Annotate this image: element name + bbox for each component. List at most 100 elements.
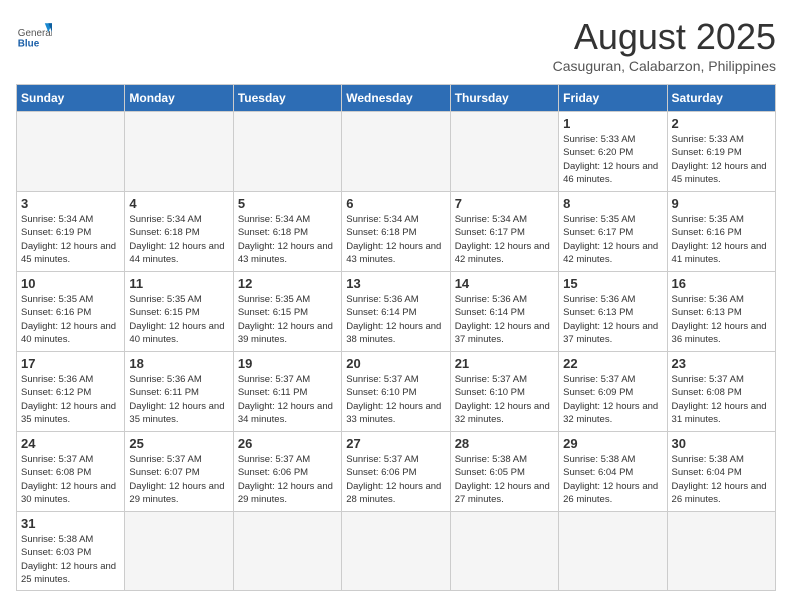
- weekday-header-cell: Thursday: [450, 85, 558, 112]
- calendar-day-cell: 1 Sunrise: 5:33 AM Sunset: 6:20 PM Daylig…: [559, 112, 667, 192]
- calendar-day-cell: [125, 512, 233, 591]
- calendar-table: SundayMondayTuesdayWednesdayThursdayFrid…: [16, 84, 776, 591]
- calendar-day-cell: 26Sunrise: 5:37 AM Sunset: 6:06 PM Dayli…: [233, 432, 341, 512]
- day-number: 23: [672, 356, 771, 371]
- calendar-week-row: 1 Sunrise: 5:33 AM Sunset: 6:20 PM Daylig…: [17, 112, 776, 192]
- day-number: 29: [563, 436, 662, 451]
- day-info: Sunrise: 5:34 AM Sunset: 6:18 PM Dayligh…: [129, 213, 228, 266]
- calendar-week-row: 31 Sunrise: 5:38 AM Sunset: 6:03 PM Dayli…: [17, 512, 776, 591]
- calendar-day-cell: 17Sunrise: 5:36 AM Sunset: 6:12 PM Dayli…: [17, 352, 125, 432]
- calendar-day-cell: 3 Sunrise: 5:34 AM Sunset: 6:19 PM Daylig…: [17, 192, 125, 272]
- day-number: 9: [672, 196, 771, 211]
- day-info: Sunrise: 5:35 AM Sunset: 6:17 PM Dayligh…: [563, 213, 662, 266]
- calendar-day-cell: 9 Sunrise: 5:35 AM Sunset: 6:16 PM Daylig…: [667, 192, 775, 272]
- day-number: 20: [346, 356, 445, 371]
- day-number: 2: [672, 116, 771, 131]
- day-number: 26: [238, 436, 337, 451]
- day-number: 1: [563, 116, 662, 131]
- day-info: Sunrise: 5:34 AM Sunset: 6:17 PM Dayligh…: [455, 213, 554, 266]
- weekday-header-cell: Friday: [559, 85, 667, 112]
- weekday-header-cell: Sunday: [17, 85, 125, 112]
- calendar-day-cell: 25Sunrise: 5:37 AM Sunset: 6:07 PM Dayli…: [125, 432, 233, 512]
- calendar-day-cell: 13 Sunrise: 5:36 AM Sunset: 6:14 PM Dayli…: [342, 272, 450, 352]
- day-info: Sunrise: 5:37 AM Sunset: 6:08 PM Dayligh…: [672, 373, 771, 426]
- calendar-day-cell: 8Sunrise: 5:35 AM Sunset: 6:17 PM Daylig…: [559, 192, 667, 272]
- calendar-day-cell: 22 Sunrise: 5:37 AM Sunset: 6:09 PM Dayli…: [559, 352, 667, 432]
- day-number: 6: [346, 196, 445, 211]
- calendar-day-cell: [233, 112, 341, 192]
- weekday-header-cell: Saturday: [667, 85, 775, 112]
- day-info: Sunrise: 5:37 AM Sunset: 6:11 PM Dayligh…: [238, 373, 337, 426]
- day-number: 17: [21, 356, 120, 371]
- day-number: 31: [21, 516, 120, 531]
- day-number: 5: [238, 196, 337, 211]
- day-info: Sunrise: 5:33 AM Sunset: 6:19 PM Dayligh…: [672, 133, 771, 186]
- day-number: 27: [346, 436, 445, 451]
- calendar-day-cell: 14Sunrise: 5:36 AM Sunset: 6:14 PM Dayli…: [450, 272, 558, 352]
- title-area: August 2025 Casuguran, Calabarzon, Phili…: [553, 16, 776, 74]
- calendar-day-cell: 24 Sunrise: 5:37 AM Sunset: 6:08 PM Dayli…: [17, 432, 125, 512]
- logo: General Blue: [16, 16, 52, 52]
- svg-text:Blue: Blue: [18, 39, 40, 50]
- svg-text:General: General: [18, 28, 52, 39]
- logo-icon: General Blue: [16, 16, 52, 52]
- calendar-day-cell: 29Sunrise: 5:38 AM Sunset: 6:04 PM Dayli…: [559, 432, 667, 512]
- day-number: 22: [563, 356, 662, 371]
- calendar-day-cell: [342, 112, 450, 192]
- weekday-header-cell: Wednesday: [342, 85, 450, 112]
- day-number: 21: [455, 356, 554, 371]
- day-number: 4: [129, 196, 228, 211]
- day-info: Sunrise: 5:33 AM Sunset: 6:20 PM Dayligh…: [563, 133, 662, 186]
- day-info: Sunrise: 5:36 AM Sunset: 6:13 PM Dayligh…: [563, 293, 662, 346]
- day-number: 16: [672, 276, 771, 291]
- calendar-week-row: 17Sunrise: 5:36 AM Sunset: 6:12 PM Dayli…: [17, 352, 776, 432]
- day-number: 10: [21, 276, 120, 291]
- calendar-day-cell: 16 Sunrise: 5:36 AM Sunset: 6:13 PM Dayli…: [667, 272, 775, 352]
- day-number: 13: [346, 276, 445, 291]
- calendar-day-cell: 27 Sunrise: 5:37 AM Sunset: 6:06 PM Dayli…: [342, 432, 450, 512]
- calendar-day-cell: 4 Sunrise: 5:34 AM Sunset: 6:18 PM Daylig…: [125, 192, 233, 272]
- day-number: 7: [455, 196, 554, 211]
- day-number: 3: [21, 196, 120, 211]
- calendar-day-cell: 28Sunrise: 5:38 AM Sunset: 6:05 PM Dayli…: [450, 432, 558, 512]
- calendar-day-cell: 2 Sunrise: 5:33 AM Sunset: 6:19 PM Daylig…: [667, 112, 775, 192]
- day-number: 12: [238, 276, 337, 291]
- day-number: 19: [238, 356, 337, 371]
- day-info: Sunrise: 5:34 AM Sunset: 6:18 PM Dayligh…: [346, 213, 445, 266]
- day-info: Sunrise: 5:37 AM Sunset: 6:08 PM Dayligh…: [21, 453, 120, 506]
- day-info: Sunrise: 5:37 AM Sunset: 6:07 PM Dayligh…: [129, 453, 228, 506]
- day-number: 18: [129, 356, 228, 371]
- header: General Blue August 2025 Casuguran, Cala…: [16, 16, 776, 74]
- calendar-day-cell: 30Sunrise: 5:38 AM Sunset: 6:04 PM Dayli…: [667, 432, 775, 512]
- calendar-day-cell: 5 Sunrise: 5:34 AM Sunset: 6:18 PM Daylig…: [233, 192, 341, 272]
- day-info: Sunrise: 5:36 AM Sunset: 6:14 PM Dayligh…: [346, 293, 445, 346]
- calendar-day-cell: 31 Sunrise: 5:38 AM Sunset: 6:03 PM Dayli…: [17, 512, 125, 591]
- day-number: 24: [21, 436, 120, 451]
- calendar-day-cell: 15Sunrise: 5:36 AM Sunset: 6:13 PM Dayli…: [559, 272, 667, 352]
- calendar-day-cell: [125, 112, 233, 192]
- calendar-day-cell: 18Sunrise: 5:36 AM Sunset: 6:11 PM Dayli…: [125, 352, 233, 432]
- calendar-day-cell: [450, 112, 558, 192]
- calendar-day-cell: 6 Sunrise: 5:34 AM Sunset: 6:18 PM Daylig…: [342, 192, 450, 272]
- weekday-header-cell: Tuesday: [233, 85, 341, 112]
- day-info: Sunrise: 5:34 AM Sunset: 6:18 PM Dayligh…: [238, 213, 337, 266]
- calendar-day-cell: 19 Sunrise: 5:37 AM Sunset: 6:11 PM Dayli…: [233, 352, 341, 432]
- calendar-subtitle: Casuguran, Calabarzon, Philippines: [553, 58, 776, 74]
- day-info: Sunrise: 5:34 AM Sunset: 6:19 PM Dayligh…: [21, 213, 120, 266]
- calendar-day-cell: 10Sunrise: 5:35 AM Sunset: 6:16 PM Dayli…: [17, 272, 125, 352]
- day-info: Sunrise: 5:38 AM Sunset: 6:04 PM Dayligh…: [672, 453, 771, 506]
- calendar-week-row: 10Sunrise: 5:35 AM Sunset: 6:16 PM Dayli…: [17, 272, 776, 352]
- day-info: Sunrise: 5:37 AM Sunset: 6:09 PM Dayligh…: [563, 373, 662, 426]
- day-info: Sunrise: 5:36 AM Sunset: 6:13 PM Dayligh…: [672, 293, 771, 346]
- day-info: Sunrise: 5:35 AM Sunset: 6:16 PM Dayligh…: [672, 213, 771, 266]
- calendar-day-cell: [233, 512, 341, 591]
- day-info: Sunrise: 5:35 AM Sunset: 6:15 PM Dayligh…: [238, 293, 337, 346]
- day-info: Sunrise: 5:37 AM Sunset: 6:06 PM Dayligh…: [346, 453, 445, 506]
- weekday-header-row: SundayMondayTuesdayWednesdayThursdayFrid…: [17, 85, 776, 112]
- calendar-day-cell: 11Sunrise: 5:35 AM Sunset: 6:15 PM Dayli…: [125, 272, 233, 352]
- day-info: Sunrise: 5:38 AM Sunset: 6:03 PM Dayligh…: [21, 533, 120, 586]
- day-info: Sunrise: 5:37 AM Sunset: 6:10 PM Dayligh…: [455, 373, 554, 426]
- day-info: Sunrise: 5:37 AM Sunset: 6:10 PM Dayligh…: [346, 373, 445, 426]
- calendar-day-cell: [559, 512, 667, 591]
- calendar-body: 1 Sunrise: 5:33 AM Sunset: 6:20 PM Daylig…: [17, 112, 776, 591]
